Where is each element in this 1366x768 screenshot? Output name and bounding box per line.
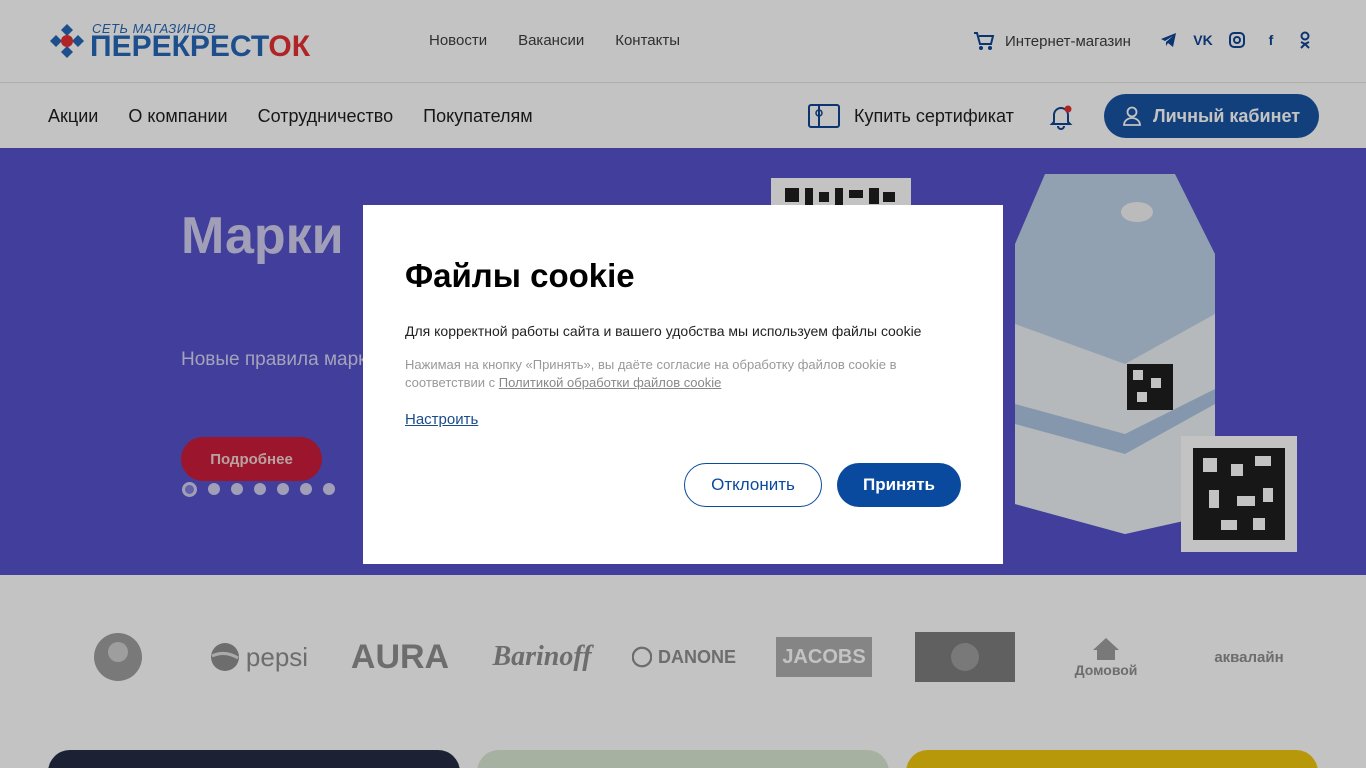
main-nav-items: Акции О компании Сотрудничество Покупате…: [48, 106, 533, 127]
slider-dot-7[interactable]: [323, 483, 335, 495]
logo-name: ПЕРЕКРЕСТОК: [90, 30, 310, 64]
buy-certificate-label: Купить сертификат: [854, 105, 1014, 126]
partner-logo-aura[interactable]: AURA: [348, 630, 452, 684]
partner-logo-jacobs[interactable]: JACOBS: [776, 637, 872, 677]
eshop-link[interactable]: Интернет-магазин: [973, 31, 1131, 51]
cookie-modal-note: Нажимая на кнопку «Принять», вы даёте со…: [405, 356, 945, 392]
eshop-label: Интернет-магазин: [1005, 32, 1131, 50]
main-nav-cooperation[interactable]: Сотрудничество: [258, 106, 394, 127]
cookie-decline-button[interactable]: Отклонить: [684, 463, 822, 507]
partner-logo-mozhaysky[interactable]: [915, 632, 1015, 682]
main-nav-promos[interactable]: Акции: [48, 106, 98, 127]
slider-dot-3[interactable]: [231, 483, 243, 495]
instagram-icon[interactable]: [1228, 31, 1246, 49]
cookie-modal-text: Для корректной работы сайта и вашего удо…: [405, 323, 922, 339]
telegram-icon[interactable]: [1160, 31, 1178, 49]
user-icon: [1123, 106, 1141, 126]
buy-certificate-link[interactable]: Купить сертификат: [808, 104, 1014, 128]
partner-logo-danone[interactable]: DANONE: [632, 630, 736, 684]
partner-logo-akvalain[interactable]: аквалайн: [1204, 630, 1294, 684]
top-bar: СЕТЬ МАГАЗИНОВ ПЕРЕКРЕСТОК Новости Вакан…: [0, 0, 1366, 83]
logo[interactable]: СЕТЬ МАГАЗИНОВ ПЕРЕКРЕСТОК: [46, 20, 380, 64]
main-nav-about[interactable]: О компании: [128, 106, 227, 127]
partner-logo-pepsi[interactable]: pepsi: [207, 630, 311, 684]
main-nav-customers[interactable]: Покупателям: [423, 106, 532, 127]
account-button[interactable]: Личный кабинет: [1104, 94, 1319, 138]
notifications-bell-icon[interactable]: [1048, 104, 1074, 130]
social-links: VK f: [1160, 31, 1314, 49]
slider-dot-2[interactable]: [208, 483, 220, 495]
cookie-modal-title: Файлы cookie: [405, 257, 635, 294]
logo-mark-icon: [50, 24, 84, 58]
partner-name-domovoy: Домовой: [1074, 662, 1138, 678]
logo-name-accent: ОК: [268, 30, 311, 63]
partner-logo-prostokvashino[interactable]: [88, 630, 148, 684]
logo-name-main: ПЕРЕКРЕСТ: [90, 30, 269, 63]
cookie-modal: Файлы cookie Для корректной работы сайта…: [363, 205, 1003, 564]
top-nav-vacancies[interactable]: Вакансии: [518, 32, 584, 49]
slider-dot-5[interactable]: [277, 483, 289, 495]
cart-icon: [974, 32, 995, 50]
odnoklassniki-icon[interactable]: [1296, 31, 1314, 49]
vk-icon[interactable]: VK: [1193, 31, 1212, 49]
qr-code-image-2: [1181, 436, 1297, 552]
cookie-policy-link[interactable]: Политикой обработки файлов cookie: [499, 375, 722, 390]
partner-logo-domovoy[interactable]: Домовой: [1068, 630, 1144, 684]
main-nav: Акции О компании Сотрудничество Покупате…: [0, 84, 1366, 148]
partner-name-danone: DANONE: [657, 646, 736, 667]
slider-dot-6[interactable]: [300, 483, 312, 495]
partners-strip: pepsi AURA Barinoff DANONE JACOBS Домово…: [0, 575, 1366, 745]
account-label: Личный кабинет: [1152, 105, 1301, 126]
top-nav-news[interactable]: Новости: [429, 32, 487, 49]
slider-dot-1[interactable]: [182, 482, 197, 497]
partner-name-pepsi: pepsi: [245, 641, 309, 672]
promo-card-3[interactable]: [906, 750, 1318, 768]
gift-certificate-icon: [808, 104, 840, 128]
promo-card-2[interactable]: [477, 750, 889, 768]
cookie-accept-button[interactable]: Принять: [837, 463, 961, 507]
facebook-icon[interactable]: f: [1262, 31, 1280, 49]
partner-logo-barinoff[interactable]: Barinoff: [490, 630, 594, 684]
top-nav-contacts[interactable]: Контакты: [615, 32, 680, 49]
top-nav: Новости Вакансии Контакты: [429, 32, 680, 49]
promo-card-1[interactable]: [48, 750, 460, 768]
hero-more-button[interactable]: Подробнее: [181, 437, 322, 481]
slider-dot-4[interactable]: [254, 483, 266, 495]
slider-dots: [182, 482, 335, 497]
cookie-configure-link[interactable]: Настроить: [405, 411, 478, 428]
